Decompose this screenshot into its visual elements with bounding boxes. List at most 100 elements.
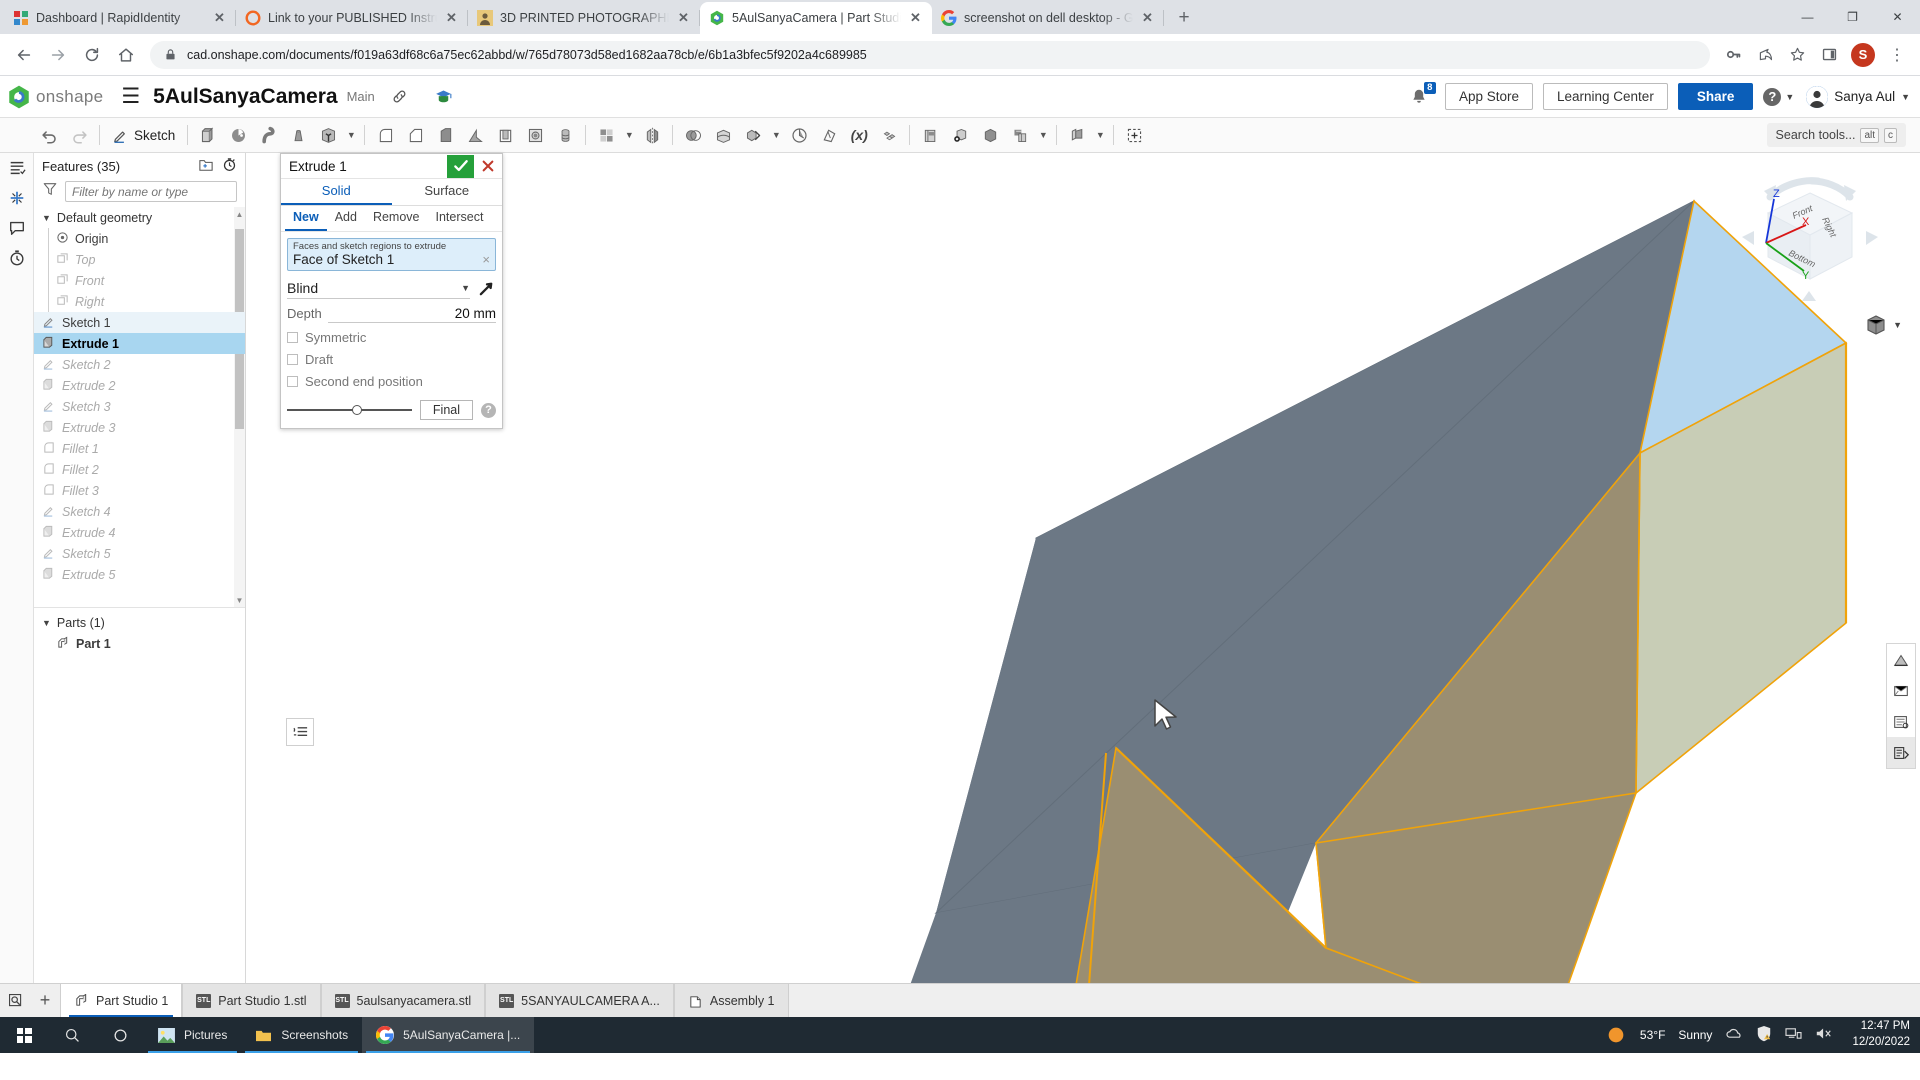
symmetric-checkbox[interactable] (287, 332, 298, 343)
browser-profile-avatar[interactable]: S (1851, 42, 1875, 67)
sketch-button[interactable]: Sketch (105, 120, 182, 150)
chevron-down-icon[interactable]: ▼ (1893, 320, 1902, 330)
search-tools-box[interactable]: Search tools... alt c (1766, 123, 1906, 147)
insert-icon[interactable] (1119, 120, 1149, 150)
shell-icon[interactable] (490, 120, 520, 150)
measure-icon[interactable] (814, 120, 844, 150)
tab-surface[interactable]: Surface (392, 179, 503, 205)
add-instance-icon[interactable] (8, 189, 26, 207)
boolean-icon[interactable] (678, 120, 708, 150)
new-tab-button[interactable]: + (1170, 4, 1198, 32)
feature-sketch-2[interactable]: Sketch 2 (34, 354, 245, 375)
plane-icon[interactable] (784, 120, 814, 150)
symmetric-checkbox-row[interactable]: Symmetric (287, 330, 496, 345)
scroll-down-arrow-icon[interactable]: ▼ (234, 593, 245, 607)
app-store-button[interactable]: App Store (1444, 83, 1533, 110)
chevron-down-icon[interactable]: ▼ (1092, 130, 1108, 140)
feature-sketch-3[interactable]: Sketch 3 (34, 396, 245, 417)
document-title[interactable]: 5AulSanyaCamera (153, 85, 337, 109)
feature-sketch-1[interactable]: Sketch 1 (34, 312, 245, 333)
measure-panel-icon[interactable] (1887, 737, 1915, 768)
hamburger-menu-icon[interactable]: ☰ (121, 86, 140, 107)
feature-list-toggle-button[interactable] (286, 718, 314, 746)
composite-part-icon[interactable] (1005, 120, 1035, 150)
shaded-view-icon[interactable] (1864, 313, 1888, 337)
document-tab-5aulsanyacamera-stl[interactable]: STL 5aulsanyacamera.stl (320, 984, 486, 1017)
browser-menu-icon[interactable]: ⋮ (1882, 40, 1912, 70)
sidepanel-icon[interactable] (1814, 40, 1844, 70)
address-bar[interactable]: cad.onshape.com/documents/f019a63df68c6a… (150, 40, 1710, 69)
feature-sketch-5[interactable]: Sketch 5 (34, 543, 245, 564)
help-menu[interactable]: ? ▼ (1763, 87, 1794, 106)
hole-icon[interactable] (520, 120, 550, 150)
sweep-icon[interactable] (253, 120, 283, 150)
question-help-icon[interactable]: ? (481, 402, 496, 418)
notifications-button[interactable]: 8 (1409, 81, 1436, 107)
graduation-cap-icon[interactable] (434, 87, 453, 106)
feature-right-plane[interactable]: Right (34, 291, 245, 312)
feature-front-plane[interactable]: Front (34, 270, 245, 291)
branch-label[interactable]: Main (347, 89, 375, 104)
display-mode-control[interactable]: ▼ (1864, 313, 1902, 337)
feature-extrude-1[interactable]: Extrude 1 (34, 333, 245, 354)
extrude-icon[interactable] (193, 120, 223, 150)
feature-extrude-3[interactable]: Extrude 3 (34, 417, 245, 438)
tab-search-icon[interactable] (0, 984, 30, 1017)
thicken-icon[interactable] (313, 120, 343, 150)
sheet-metal-icon[interactable] (1062, 120, 1092, 150)
taskbar-app-screenshots[interactable]: Screenshots (241, 1017, 362, 1053)
part-icon[interactable] (915, 120, 945, 150)
pattern-icon[interactable] (591, 120, 621, 150)
solid-icon[interactable] (975, 120, 1005, 150)
browser-tab-0[interactable]: Dashboard | RapidIdentity ✕ (4, 2, 236, 34)
funnel-filter-icon[interactable] (42, 181, 58, 202)
user-menu[interactable]: Sanya Aul ▼ (1806, 85, 1910, 108)
feature-extrude-2[interactable]: Extrude 2 (34, 375, 245, 396)
bookmark-star-icon[interactable] (1782, 40, 1812, 70)
chevron-down-icon[interactable]: ▼ (1035, 130, 1051, 140)
cancel-button[interactable] (474, 155, 502, 178)
display-state-icon[interactable] (1887, 706, 1915, 737)
feature-extrude-5[interactable]: Extrude 5 (34, 564, 245, 585)
forward-icon[interactable] (42, 39, 74, 71)
tab-solid[interactable]: Solid (281, 179, 392, 205)
loft-icon[interactable] (283, 120, 313, 150)
window-maximize-button[interactable]: ❐ (1830, 0, 1875, 34)
feature-fillet-2[interactable]: Fillet 2 (34, 459, 245, 480)
feature-fillet-1[interactable]: Fillet 1 (34, 438, 245, 459)
comments-icon[interactable] (8, 219, 26, 237)
document-tab-5sanyaulcamera[interactable]: STL 5SANYAULCAMERA A... (485, 984, 674, 1017)
section-view-icon[interactable] (1887, 644, 1915, 675)
taskbar-app-pictures[interactable]: Pictures (144, 1017, 241, 1053)
history-icon[interactable] (8, 249, 26, 267)
window-minimize-button[interactable]: — (1785, 0, 1830, 34)
onedrive-icon[interactable] (1725, 1027, 1743, 1044)
rib-icon[interactable] (460, 120, 490, 150)
tab-close-icon[interactable]: ✕ (444, 10, 459, 26)
feature-fillet-3[interactable]: Fillet 3 (34, 480, 245, 501)
slider-knob[interactable] (351, 405, 362, 415)
browser-tab-2[interactable]: 3D PRINTED PHOTOGRAPHER TR ✕ (468, 2, 700, 34)
redo-icon[interactable] (64, 120, 94, 150)
tab-remove[interactable]: Remove (365, 206, 428, 231)
feature-sketch-4[interactable]: Sketch 4 (34, 501, 245, 522)
chevron-down-icon[interactable]: ▼ (343, 130, 359, 140)
flip-direction-icon[interactable] (476, 280, 496, 297)
cortana-icon[interactable] (96, 1017, 144, 1053)
tab-close-icon[interactable]: ✕ (212, 10, 227, 26)
rollback-timer-icon[interactable] (222, 157, 237, 175)
render-quality-icon[interactable] (1887, 675, 1915, 706)
security-warning-icon[interactable] (1756, 1025, 1772, 1045)
default-geometry-group[interactable]: ▼ Default geometry (34, 207, 245, 228)
chevron-down-icon[interactable]: ▼ (621, 130, 637, 140)
search-icon[interactable] (48, 1017, 96, 1053)
feature-list-icon[interactable] (8, 159, 26, 177)
end-condition-dropdown[interactable]: Blind ▼ (287, 277, 470, 299)
draft-icon[interactable] (430, 120, 460, 150)
back-icon[interactable] (8, 39, 40, 71)
taskbar-app-chrome[interactable]: 5AulSanyaCamera |... (362, 1017, 535, 1053)
learning-center-button[interactable]: Learning Center (1543, 83, 1668, 110)
tab-new[interactable]: New (285, 206, 327, 231)
chamfer-icon[interactable] (400, 120, 430, 150)
second-end-position-checkbox[interactable] (287, 376, 298, 387)
